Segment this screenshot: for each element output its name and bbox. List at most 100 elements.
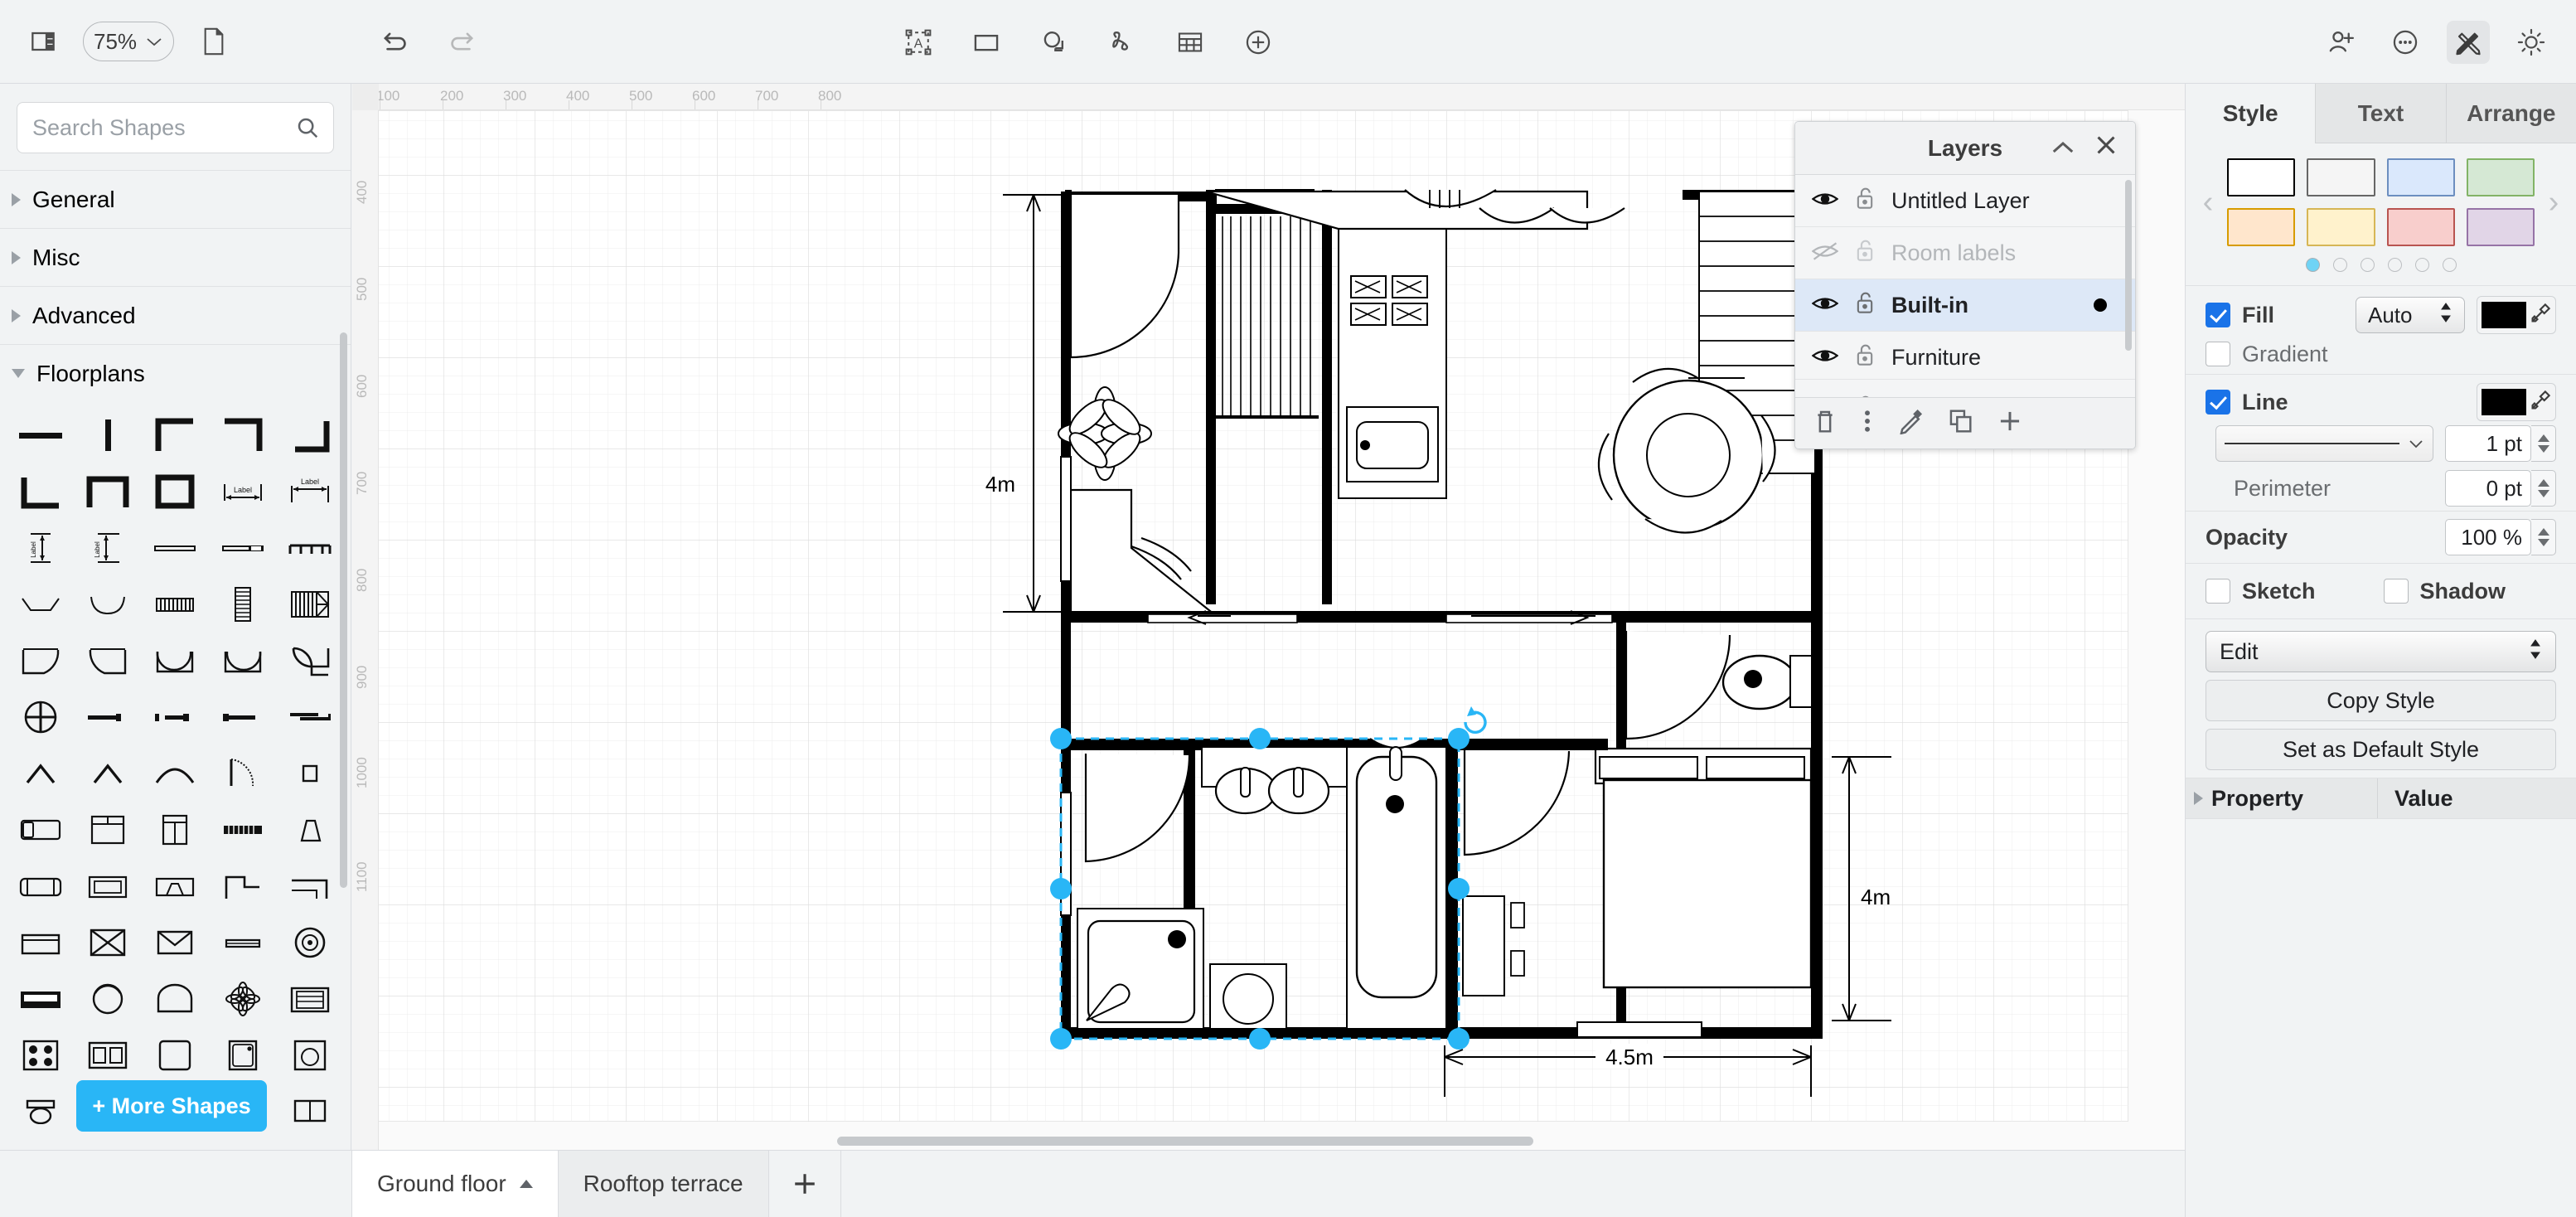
shape-corner-wall-br[interactable] (277, 407, 344, 463)
style-page-dot-1[interactable] (2305, 258, 2320, 272)
layer-row-furniture[interactable]: Furniture (1795, 332, 2135, 384)
perimeter-field[interactable]: 0 pt (2445, 470, 2531, 507)
shape-cross-box[interactable] (74, 914, 141, 971)
layers-collapse-icon[interactable] (2051, 135, 2075, 162)
shape-dimension-vertical-alt[interactable]: Label (74, 520, 141, 576)
fill-color-button[interactable] (2477, 296, 2556, 334)
lock-open-icon[interactable] (1855, 239, 1875, 268)
chevron-right-icon[interactable] (2194, 792, 2203, 805)
shape-corner-wall-tl[interactable] (142, 407, 209, 463)
shape-stairs-turn[interactable] (277, 576, 344, 633)
resize-handle-sw[interactable] (1050, 1028, 1072, 1050)
rectangle-icon[interactable] (965, 21, 1008, 64)
chevron-up-icon[interactable] (519, 1180, 533, 1188)
eye-visible-icon[interactable] (1811, 293, 1839, 318)
style-page-dot-6[interactable] (2442, 258, 2457, 272)
style-swatch-orange[interactable] (2227, 208, 2296, 246)
resize-handle-w[interactable] (1050, 878, 1072, 899)
shape-wall-segment-c[interactable] (209, 689, 276, 745)
shape-tv[interactable] (7, 914, 74, 971)
sidebar-section-misc[interactable]: Misc (0, 228, 351, 286)
add-circle-icon[interactable] (1237, 21, 1280, 64)
style-swatch-green[interactable] (2466, 158, 2535, 196)
layer-row-untitled-layer[interactable]: Untitled Layer (1795, 175, 2135, 227)
shape-armchair-filled[interactable] (277, 971, 344, 1027)
shape-armchair-curve[interactable] (74, 576, 141, 633)
canvas-horizontal-scrollbar[interactable] (837, 1137, 1533, 1146)
shape-curve-a[interactable] (142, 745, 209, 802)
shape-double-door-alt[interactable] (209, 633, 276, 689)
style-swatch-yellow[interactable] (2307, 208, 2375, 246)
shape-wall-horizontal[interactable] (7, 407, 74, 463)
shape-small-box[interactable] (277, 745, 344, 802)
shape-toilet[interactable] (7, 1084, 74, 1140)
add-layer-icon[interactable] (1997, 408, 2022, 439)
shape-wall-vertical[interactable] (74, 407, 141, 463)
shape-corner-wall-tr[interactable] (209, 407, 276, 463)
shape-arc-door[interactable] (209, 745, 276, 802)
shape-bed-double[interactable] (74, 802, 141, 858)
shape-round-table[interactable] (277, 914, 344, 971)
fill-checkbox[interactable] (2206, 303, 2230, 327)
shape-bed-single[interactable] (7, 802, 74, 858)
shape-stairs-vertical[interactable] (209, 576, 276, 633)
lock-open-icon[interactable] (1855, 187, 1875, 216)
layer-row-room-labels[interactable]: Room labels (1795, 227, 2135, 279)
resize-handle-ne[interactable] (1448, 728, 1470, 749)
table-icon[interactable] (1169, 21, 1212, 64)
shape-sofa-3seat[interactable] (7, 858, 74, 914)
resize-handle-e[interactable] (1448, 878, 1470, 899)
sidebar-scrollbar[interactable] (340, 332, 347, 888)
close-icon[interactable] (2095, 134, 2117, 162)
eyedropper-icon[interactable] (2530, 303, 2551, 328)
swatch-prev-icon[interactable]: ‹ (2194, 185, 2222, 221)
style-swatch-purple[interactable] (2466, 208, 2535, 246)
shape-double-door[interactable] (142, 633, 209, 689)
search-shapes-box[interactable] (17, 102, 334, 153)
shape-sliding-door[interactable] (277, 689, 344, 745)
shape-stove[interactable] (7, 1027, 74, 1084)
layer-row-built-in[interactable]: Built-in (1795, 279, 2135, 332)
shape-stool[interactable] (209, 914, 276, 971)
redo-icon[interactable] (439, 20, 482, 63)
shape-window-gap[interactable] (209, 520, 276, 576)
more-options-icon[interactable] (2384, 21, 2427, 64)
shape-bookshelf[interactable] (209, 802, 276, 858)
shape-door-left[interactable] (7, 633, 74, 689)
swatch-next-icon[interactable]: › (2540, 185, 2568, 221)
layer-options-icon[interactable] (1862, 408, 1873, 439)
tab-text[interactable]: Text (2315, 84, 2446, 143)
search-input[interactable] (17, 114, 333, 141)
fill-mode-select[interactable]: Auto (2356, 297, 2465, 333)
shape-railing[interactable] (277, 520, 344, 576)
page-tab-ground-floor[interactable]: Ground floor (352, 1151, 559, 1217)
style-swatch-gray[interactable] (2307, 158, 2375, 196)
shape-window[interactable] (142, 520, 209, 576)
shape-wall-segment-a[interactable] (74, 689, 141, 745)
tab-style[interactable]: Style (2186, 84, 2316, 143)
line-style-select[interactable] (2215, 425, 2433, 462)
lock-open-icon[interactable] (1855, 291, 1875, 320)
resize-handle-se[interactable] (1448, 1028, 1470, 1050)
zoom-selector[interactable]: 75% (83, 22, 175, 61)
shape-chair-round[interactable] (74, 971, 141, 1027)
add-person-icon[interactable] (2321, 21, 2364, 64)
shape-arrow-up-right[interactable] (74, 745, 141, 802)
shape-sofa-curve[interactable] (7, 576, 74, 633)
sidebar-section-advanced[interactable]: Advanced (0, 286, 351, 344)
line-width-stepper[interactable] (2531, 425, 2556, 462)
shape-dimension-vertical[interactable]: Label (7, 520, 74, 576)
line-color-button[interactable] (2477, 383, 2556, 421)
opacity-field[interactable]: 100 % (2445, 519, 2531, 555)
style-swatch-blue[interactable] (2386, 158, 2455, 196)
layers-scrollbar[interactable] (2125, 180, 2132, 351)
shape-lamp[interactable] (277, 802, 344, 858)
shadow-checkbox[interactable] (2383, 579, 2409, 604)
shape-double-swing-door[interactable] (277, 633, 344, 689)
line-checkbox[interactable] (2206, 390, 2230, 415)
resize-handle-nw[interactable] (1050, 728, 1072, 749)
opacity-stepper[interactable] (2531, 519, 2556, 555)
shape-table-round-end[interactable] (142, 971, 209, 1027)
shape-wardrobe[interactable] (142, 802, 209, 858)
shape-table-rect[interactable] (74, 858, 141, 914)
